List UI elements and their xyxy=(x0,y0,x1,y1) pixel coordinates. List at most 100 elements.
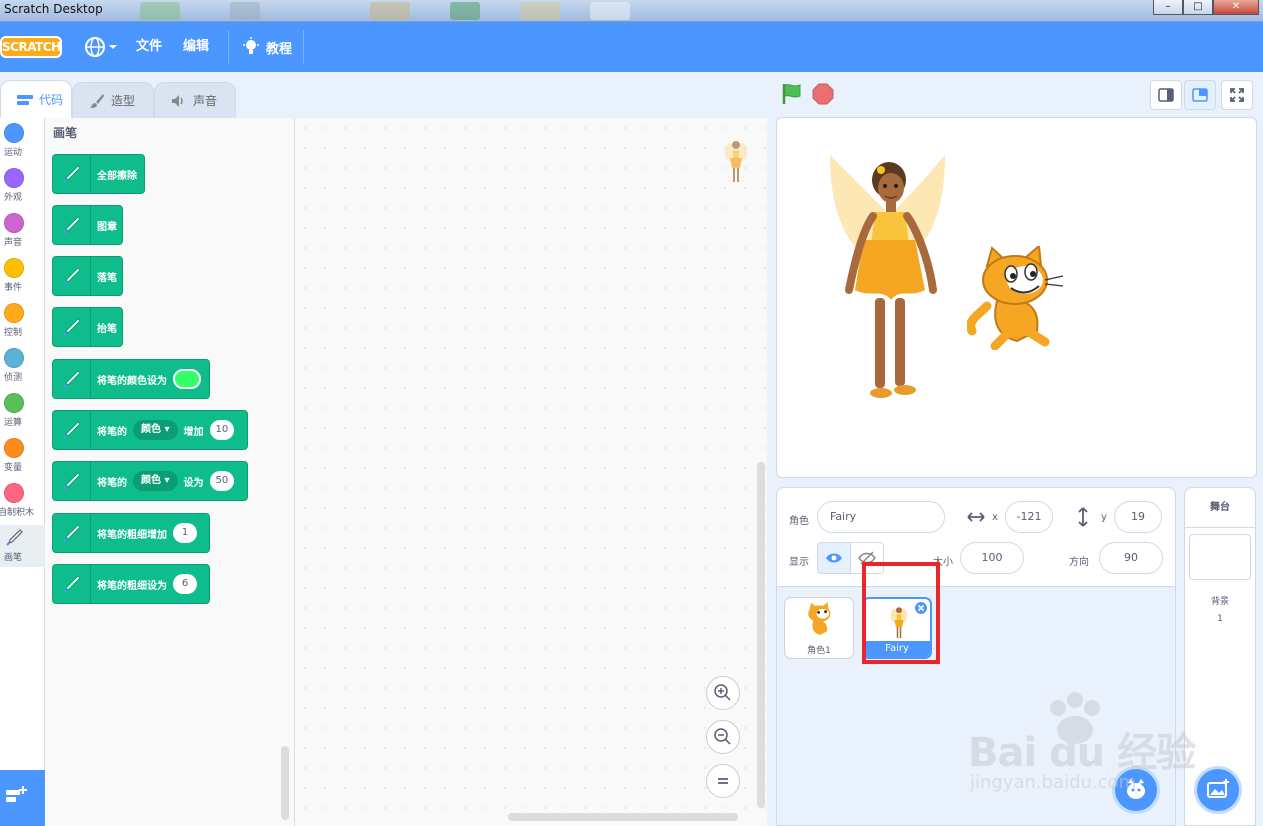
script-area[interactable] xyxy=(295,118,767,826)
menu-divider xyxy=(228,30,229,64)
green-flag-icon[interactable] xyxy=(780,82,804,106)
edit-menu[interactable]: 编辑 xyxy=(183,22,209,72)
add-extension-button[interactable] xyxy=(0,770,45,826)
zoom-out-button[interactable] xyxy=(706,720,740,754)
large-stage-icon xyxy=(1192,88,1208,102)
zoom-in-button[interactable] xyxy=(706,676,740,710)
category-dot xyxy=(4,258,24,278)
cat-sprite[interactable] xyxy=(967,246,1067,350)
size-input[interactable]: 100 xyxy=(960,542,1024,574)
window-title: Scratch Desktop xyxy=(4,2,103,16)
color-swatch-input[interactable] xyxy=(173,369,201,389)
sprite-name-label: 角色 xyxy=(789,516,809,527)
x-position-input[interactable]: -121 xyxy=(1005,501,1053,533)
tab-code[interactable]: 代码 xyxy=(0,80,72,118)
window-titlebar: Scratch Desktop – □ ✕ xyxy=(0,0,1263,22)
number-input[interactable]: 10 xyxy=(209,420,235,440)
category-label: 声音 xyxy=(4,238,23,248)
small-stage-button[interactable] xyxy=(1150,80,1182,110)
category-label: 运动 xyxy=(4,148,23,158)
tab-code-label: 代码 xyxy=(39,93,64,107)
maximize-button[interactable]: □ xyxy=(1183,0,1213,15)
category-variables[interactable]: 变量 xyxy=(0,435,45,480)
language-menu[interactable] xyxy=(84,36,118,58)
category-events[interactable]: 事件 xyxy=(0,255,45,300)
baidu-watermark: Bai du 经验 jingyan.baidu.com xyxy=(968,690,1208,800)
category-dot xyxy=(4,123,24,143)
param-dropdown[interactable]: 颜色 ▾ xyxy=(133,471,178,491)
category-dot xyxy=(4,303,24,323)
block-palette: 画笔 全部擦除 图章 落笔 抬笔 将笔的颜色设为 将笔的 颜色 ▾ 增加 10 … xyxy=(45,118,295,826)
block-set-pen-param[interactable]: 将笔的 颜色 ▾ 设为 50 xyxy=(52,461,248,501)
block-set-pen-color[interactable]: 将笔的颜色设为 xyxy=(52,359,210,399)
backdrops-label: 背景 xyxy=(1210,597,1229,607)
tutorials-label: 教程 xyxy=(266,41,293,57)
tab-sounds-label: 声音 xyxy=(193,94,218,108)
number-input[interactable]: 6 xyxy=(173,574,197,594)
number-input[interactable]: 50 xyxy=(209,471,235,491)
category-dot xyxy=(4,213,24,233)
stage-thumbnail[interactable] xyxy=(1189,534,1251,580)
globe-icon xyxy=(85,37,105,57)
tutorials-menu[interactable]: 教程 xyxy=(242,22,292,72)
category-my-blocks[interactable]: 自制积木 xyxy=(0,480,45,525)
tab-costumes[interactable]: 造型 xyxy=(72,82,154,118)
fullscreen-icon xyxy=(1230,88,1244,102)
block-stamp[interactable]: 图章 xyxy=(52,205,123,245)
category-motion[interactable]: 运动 xyxy=(0,120,45,165)
code-blocks-icon xyxy=(17,94,33,105)
category-sound[interactable]: 声音 xyxy=(0,210,45,255)
large-stage-button[interactable] xyxy=(1184,80,1216,110)
sprite-name-input[interactable]: Fairy xyxy=(817,501,945,533)
block-set-pen-size[interactable]: 将笔的粗细设为 6 xyxy=(52,564,210,604)
x-position-icon xyxy=(967,512,985,522)
category-operators[interactable]: 运算 xyxy=(0,390,45,435)
sprite-thumbnail-sprite1[interactable]: 角色1 xyxy=(784,597,854,659)
tab-sounds[interactable]: 声音 xyxy=(154,82,236,118)
number-input[interactable]: 1 xyxy=(173,523,197,543)
pen-icon xyxy=(53,256,91,296)
category-dot xyxy=(4,348,24,368)
dropdown-value: 颜色 xyxy=(141,424,161,435)
block-pen-down[interactable]: 落笔 xyxy=(52,256,123,296)
show-sprite-button[interactable] xyxy=(817,542,851,574)
file-menu[interactable]: 文件 xyxy=(136,22,162,72)
script-vertical-scrollbar[interactable] xyxy=(757,462,765,808)
category-dot xyxy=(4,483,24,503)
y-position-input[interactable]: 19 xyxy=(1114,501,1162,533)
direction-input[interactable]: 90 xyxy=(1099,542,1163,574)
param-dropdown[interactable]: 颜色 ▾ xyxy=(133,420,178,440)
close-window-button[interactable]: ✕ xyxy=(1213,0,1259,15)
lightbulb-icon xyxy=(243,37,259,54)
cat-thumbnail xyxy=(808,602,831,635)
category-pen[interactable]: 画笔 xyxy=(0,525,45,567)
add-extension-icon xyxy=(6,786,27,802)
block-change-pen-size[interactable]: 将笔的粗细增加 1 xyxy=(52,513,210,553)
pen-icon xyxy=(53,205,91,245)
pen-icon xyxy=(53,359,91,399)
pen-icon xyxy=(53,154,91,194)
category-label: 控制 xyxy=(4,328,23,338)
stop-icon[interactable] xyxy=(812,83,834,105)
fullscreen-button[interactable] xyxy=(1221,80,1253,110)
fairy-sprite[interactable] xyxy=(825,150,955,410)
stage-canvas[interactable] xyxy=(776,117,1257,478)
category-control[interactable]: 控制 xyxy=(0,300,45,345)
zoom-reset-button[interactable] xyxy=(706,764,740,798)
show-label: 显示 xyxy=(789,557,809,568)
y-position-icon xyxy=(1078,507,1088,527)
scratch-logo[interactable]: SCRATCH xyxy=(0,36,62,58)
category-label: 自制积木 xyxy=(0,508,35,518)
minimize-button[interactable]: – xyxy=(1153,0,1183,15)
block-label: 将笔的粗细增加 xyxy=(97,529,167,541)
block-pen-up[interactable]: 抬笔 xyxy=(52,307,123,347)
script-horizontal-scrollbar[interactable] xyxy=(508,813,738,821)
block-clear[interactable]: 全部擦除 xyxy=(52,154,145,194)
block-change-pen-param[interactable]: 将笔的 颜色 ▾ 增加 10 xyxy=(52,410,248,450)
x-label: x xyxy=(992,512,998,523)
palette-scrollbar[interactable] xyxy=(281,746,289,820)
block-label: 落笔 xyxy=(97,272,117,284)
block-label: 将笔的 xyxy=(97,477,127,489)
category-sensing[interactable]: 侦测 xyxy=(0,345,45,390)
category-looks[interactable]: 外观 xyxy=(0,165,45,210)
